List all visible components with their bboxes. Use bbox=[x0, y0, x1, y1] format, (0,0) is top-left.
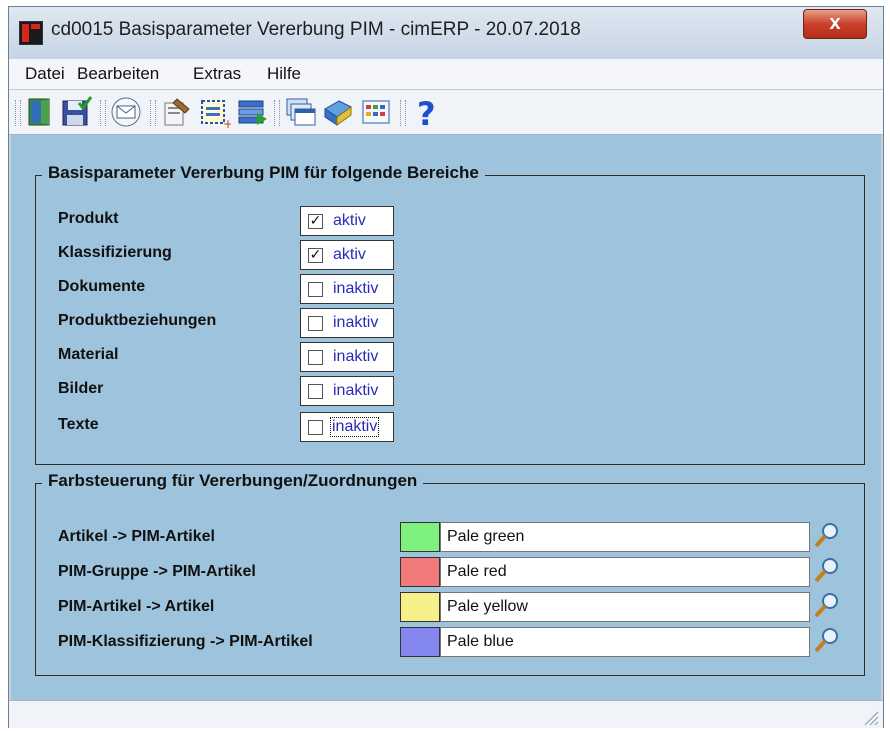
color-group-title: Farbsteuerung für Vererbungen/Zuordnunge… bbox=[42, 471, 424, 491]
checkbox-produktbeziehungen[interactable]: inaktiv bbox=[300, 308, 394, 338]
label-klassifizierung: Klassifizierung bbox=[58, 244, 172, 261]
svg-text:?: ? bbox=[417, 95, 436, 129]
title-bar[interactable]: cd0015 Basisparameter Vererbung PIM - ci… bbox=[9, 7, 883, 59]
window-title: cd0015 Basisparameter Vererbung PIM - ci… bbox=[51, 19, 581, 40]
checkbox-bilder[interactable]: inaktiv bbox=[300, 376, 394, 406]
color-field-red[interactable]: Pale red bbox=[440, 557, 810, 587]
checkbox-mark bbox=[308, 282, 323, 297]
checkbox-mark bbox=[308, 420, 323, 435]
label-artikel-pim-artikel: Artikel -> PIM-Artikel bbox=[58, 528, 215, 545]
label-dokumente: Dokumente bbox=[58, 278, 146, 295]
checkbox-mark bbox=[308, 350, 323, 365]
lookup-magnifier-icon[interactable] bbox=[812, 520, 842, 550]
lookup-magnifier-icon[interactable] bbox=[812, 555, 842, 585]
toolbar-grip[interactable] bbox=[15, 100, 21, 126]
toolbar-separator bbox=[274, 100, 280, 126]
checkbox-texte[interactable]: inaktiv bbox=[300, 412, 394, 442]
status-panel bbox=[11, 703, 851, 723]
toolbar-separator bbox=[100, 100, 106, 126]
checkbox-mark: ✓ bbox=[308, 247, 323, 263]
checkbox-dokumente[interactable]: inaktiv bbox=[300, 274, 394, 304]
save-icon[interactable] bbox=[59, 95, 93, 129]
color-swatch-blue bbox=[400, 627, 440, 657]
exit-icon[interactable] bbox=[23, 95, 57, 129]
svg-text:+: + bbox=[223, 117, 231, 129]
label-pim-gruppe-pim-artikel: PIM-Gruppe -> PIM-Artikel bbox=[58, 563, 256, 580]
lookup-magnifier-icon[interactable] bbox=[812, 590, 842, 620]
grid-icon[interactable] bbox=[359, 95, 393, 129]
label-produktbeziehungen: Produktbeziehungen bbox=[58, 312, 217, 329]
book-icon[interactable] bbox=[321, 95, 355, 129]
color-swatch-red bbox=[400, 557, 440, 587]
color-swatch-yellow bbox=[400, 592, 440, 622]
menu-bar: Datei Bearbeiten Extras Hilfe bbox=[9, 59, 883, 90]
main-window: cd0015 Basisparameter Vererbung PIM - ci… bbox=[8, 6, 884, 728]
checkbox-state: inaktiv bbox=[333, 348, 379, 365]
toolbar-separator bbox=[150, 100, 156, 126]
inheritance-groupbox: Basisparameter Vererbung PIM für folgend… bbox=[35, 163, 865, 465]
select-icon[interactable]: + bbox=[197, 95, 231, 129]
resize-grip-icon[interactable] bbox=[861, 708, 879, 726]
label-pim-klassifizierung-pim-artikel: PIM-Klassifizierung -> PIM-Artikel bbox=[58, 633, 313, 650]
edit-icon[interactable] bbox=[159, 95, 193, 129]
mail-icon[interactable] bbox=[109, 95, 143, 129]
color-groupbox: Farbsteuerung für Vererbungen/Zuordnunge… bbox=[35, 471, 865, 676]
checkbox-produkt[interactable]: ✓ aktiv bbox=[300, 206, 394, 236]
menu-extras[interactable]: Extras bbox=[193, 64, 241, 84]
color-field-yellow[interactable]: Pale yellow bbox=[440, 592, 810, 622]
toolbar: + ? bbox=[9, 90, 883, 135]
checkbox-mark: ✓ bbox=[308, 213, 323, 229]
status-bar bbox=[9, 700, 883, 728]
checkbox-state: inaktiv bbox=[329, 417, 380, 437]
label-pim-artikel-artikel: PIM-Artikel -> Artikel bbox=[58, 598, 215, 615]
checkbox-state: aktiv bbox=[333, 212, 366, 229]
color-field-green[interactable]: Pale green bbox=[440, 522, 810, 552]
checkbox-klassifizierung[interactable]: ✓ aktiv bbox=[300, 240, 394, 270]
checkbox-state: inaktiv bbox=[333, 280, 379, 297]
label-material: Material bbox=[58, 346, 119, 363]
checkbox-mark bbox=[308, 316, 323, 331]
checkbox-state: inaktiv bbox=[333, 314, 379, 331]
label-produkt: Produkt bbox=[58, 210, 119, 227]
menu-hilfe[interactable]: Hilfe bbox=[267, 64, 301, 84]
color-field-blue[interactable]: Pale blue bbox=[440, 627, 810, 657]
windows-icon[interactable] bbox=[283, 95, 317, 129]
menu-datei[interactable]: Datei bbox=[25, 64, 65, 84]
toolbar-separator bbox=[400, 100, 406, 126]
close-button[interactable]: x bbox=[803, 9, 867, 39]
checkbox-state: aktiv bbox=[333, 246, 366, 263]
checkbox-state: inaktiv bbox=[333, 382, 379, 399]
lookup-magnifier-icon[interactable] bbox=[812, 625, 842, 655]
checkbox-material[interactable]: inaktiv bbox=[300, 342, 394, 372]
menu-bearbeiten[interactable]: Bearbeiten bbox=[77, 64, 159, 84]
list-icon[interactable] bbox=[235, 95, 269, 129]
inheritance-group-title: Basisparameter Vererbung PIM für folgend… bbox=[42, 163, 485, 183]
label-texte: Texte bbox=[58, 416, 99, 433]
dialog-body: Basisparameter Vererbung PIM für folgend… bbox=[11, 135, 881, 700]
help-icon[interactable]: ? bbox=[409, 95, 443, 129]
app-icon bbox=[19, 21, 43, 45]
checkbox-mark bbox=[308, 384, 323, 399]
color-swatch-green bbox=[400, 522, 440, 552]
label-bilder: Bilder bbox=[58, 380, 104, 397]
